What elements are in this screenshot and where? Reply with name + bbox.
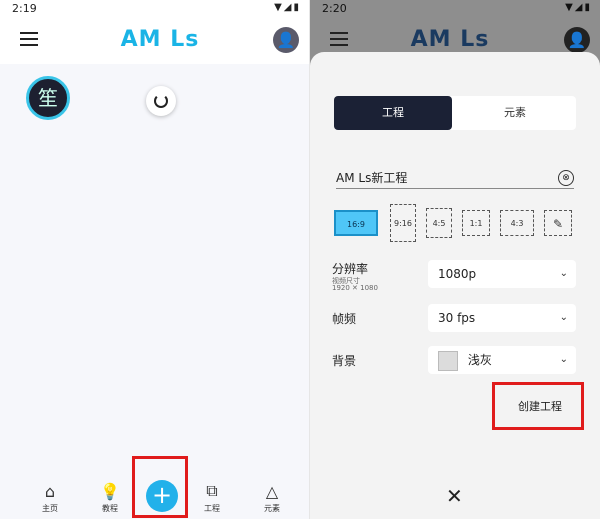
nav-projects[interactable]: ⧉ 工程 — [192, 481, 232, 514]
resolution-value: 1080p — [438, 267, 477, 281]
background-select[interactable]: 浅灰 ⌄ — [428, 346, 576, 374]
custom-ratio-pencil-icon[interactable]: ✎ — [544, 210, 572, 236]
clear-icon[interactable]: ⊗ — [558, 170, 574, 186]
tab-element[interactable]: 元素 — [456, 96, 574, 130]
loading-spinner-icon — [146, 86, 176, 116]
tab-project[interactable]: 工程 — [334, 96, 452, 130]
nav-projects-label: 工程 — [204, 504, 220, 513]
fps-value: 30 fps — [438, 311, 476, 325]
user-avatar[interactable]: 笙 — [26, 76, 70, 120]
ratio-4-5[interactable]: 4:5 — [426, 208, 452, 238]
project-name-input[interactable]: AM Ls新工程 ⊗ — [336, 168, 574, 189]
nav-home[interactable]: ⌂ 主页 — [30, 482, 70, 514]
status-icons: ▼◢▮ — [274, 2, 301, 13]
status-time: 2:20 — [322, 2, 347, 15]
project-name-value: AM Ls新工程 — [336, 171, 408, 185]
menu-icon[interactable] — [20, 32, 38, 46]
shapes-icon: △ — [265, 482, 279, 501]
home-screen: 2:19 ▼◢▮ AM Ls 👤 笙 ⌂ 主页 💡 教程 + ⧉ 工程 △ 元素 — [0, 0, 310, 519]
status-icons: ▼◢▮ — [565, 2, 592, 13]
home-icon: ⌂ — [44, 482, 56, 501]
ratio-16-9[interactable]: 16:9 — [334, 210, 378, 236]
status-bar: 2:20 ▼◢▮ — [310, 0, 600, 18]
nav-elements-label: 元素 — [264, 504, 280, 513]
lightbulb-icon: 💡 — [100, 482, 120, 501]
highlight-box — [132, 456, 188, 518]
app-header: AM Ls 👤 — [0, 20, 309, 64]
fps-label: 帧频 — [332, 312, 357, 326]
color-swatch — [438, 350, 458, 371]
status-bar: 2:19 ▼◢▮ — [0, 0, 309, 18]
nav-home-label: 主页 — [42, 504, 58, 513]
resolution-dimensions: 1920 ✕ 1080 — [332, 284, 378, 292]
nav-tutorial[interactable]: 💡 教程 — [90, 482, 130, 514]
create-project-sheet: 工程 元素 AM Ls新工程 ⊗ 16:9 9:16 4:5 1:1 4:3 ✎… — [310, 52, 600, 519]
ratio-9-16[interactable]: 9:16 — [390, 204, 416, 242]
chevron-down-icon: ⌄ — [559, 312, 568, 323]
ratio-1-1[interactable]: 1:1 — [462, 210, 490, 236]
resolution-label: 分辨率 — [332, 262, 369, 276]
resolution-select[interactable]: 1080p ⌄ — [428, 260, 576, 288]
create-project-screen: 2:20 ▼◢▮ AM Ls 👤 工程 元素 AM Ls新工程 ⊗ 16:9 9… — [310, 0, 600, 519]
nav-elements[interactable]: △ 元素 — [252, 482, 292, 514]
app-logo: AM Ls — [410, 27, 490, 52]
profile-icon[interactable]: 👤 — [273, 27, 299, 53]
close-icon[interactable]: ✕ — [446, 484, 463, 508]
menu-icon — [330, 32, 348, 46]
nav-tutorial-label: 教程 — [102, 504, 118, 513]
app-logo: AM Ls — [120, 27, 200, 52]
status-time: 2:19 — [12, 2, 37, 15]
background-label: 背景 — [332, 354, 357, 368]
main-content: 笙 — [0, 64, 309, 473]
background-value: 浅灰 — [467, 353, 492, 367]
ratio-4-3[interactable]: 4:3 — [500, 210, 534, 236]
profile-icon: 👤 — [564, 27, 590, 53]
projects-icon: ⧉ — [206, 481, 218, 500]
fps-select[interactable]: 30 fps ⌄ — [428, 304, 576, 332]
chevron-down-icon: ⌄ — [559, 354, 568, 365]
highlight-box — [492, 382, 584, 430]
type-segmented-control: 工程 元素 — [334, 96, 576, 130]
chevron-down-icon: ⌄ — [559, 268, 568, 279]
